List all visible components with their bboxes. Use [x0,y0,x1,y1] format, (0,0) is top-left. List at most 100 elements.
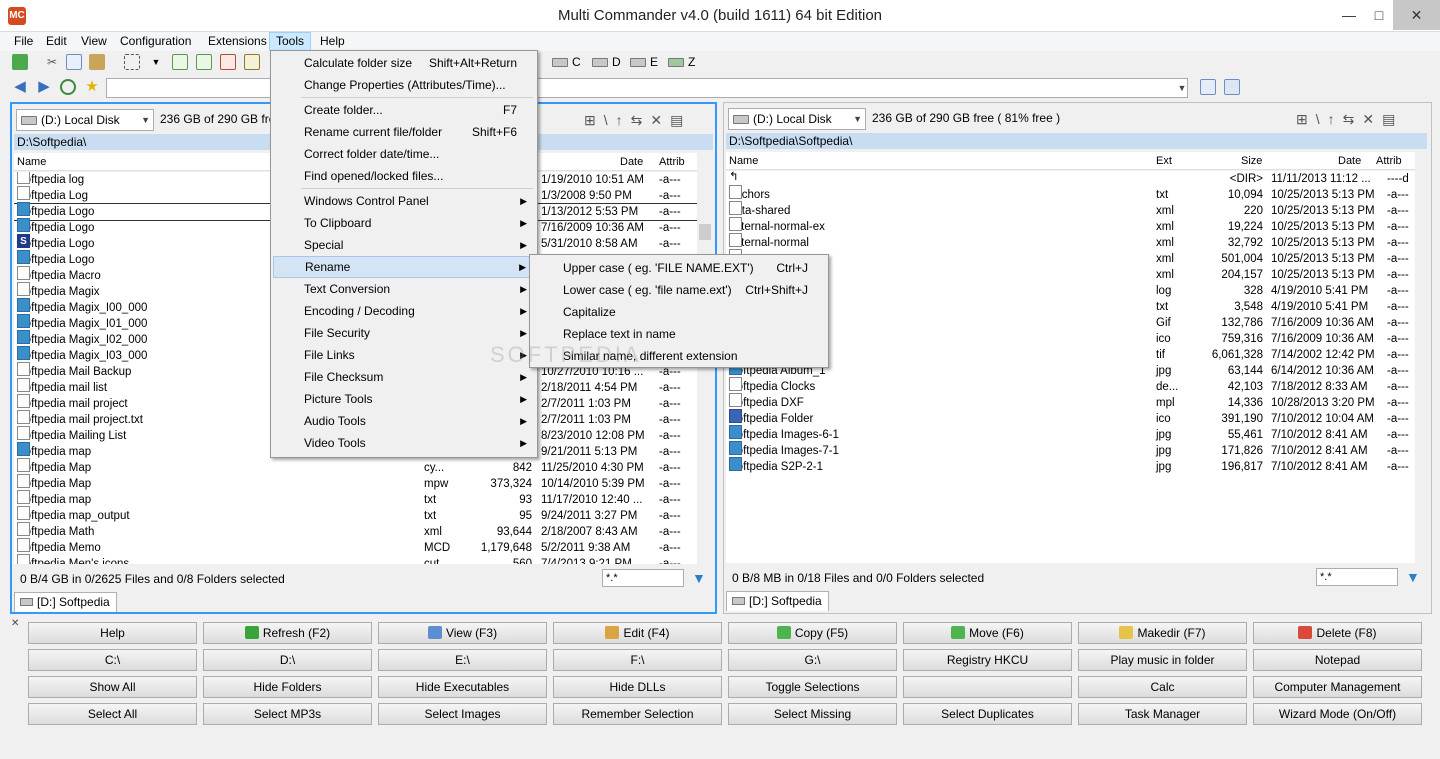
delete-file-icon[interactable] [220,54,236,70]
select-icon[interactable] [124,54,140,70]
close-icon[interactable]: ✕ [11,618,19,629]
menu-edit[interactable]: Edit [40,32,73,51]
left-filter-input[interactable]: *.* [602,569,684,587]
menu-item-special[interactable]: Special ▶ [273,234,535,256]
menu-item-windows-control-panel[interactable]: Windows Control Panel ▶ [273,190,535,212]
hide-executables-button[interactable]: Hide Executables [378,676,547,698]
right-drive-select[interactable]: (D:) Local Disk ▼ [728,108,866,130]
new-file-icon[interactable] [172,54,188,70]
chevron-down-icon[interactable]: ▼ [1176,79,1188,97]
left-scrollbar[interactable] [697,172,713,564]
play-music-in-folder-button[interactable]: Play music in folder [1078,649,1247,671]
right-file-list[interactable]: ↰..<DIR>11/11/2013 11:12 ...----danchors… [726,171,1415,563]
delete-f8-button[interactable]: Delete (F8) [1253,622,1422,644]
column-ext[interactable]: Ext [1156,152,1172,170]
menu-item-to-clipboard[interactable]: To Clipboard ▶ [273,212,535,234]
calculator-icon[interactable] [1224,79,1240,95]
blank-button[interactable] [903,676,1072,698]
file-row[interactable]: tif 6,061,328 7/14/2002 12:42 PM -a--- [726,345,1415,363]
file-row[interactable]: Gif 132,786 7/16/2009 10:36 AM -a--- [726,313,1415,331]
view-f3-button[interactable]: View (F3) [378,622,547,644]
forward-arrow-icon[interactable]: ▶ [36,79,52,95]
menu-item-encoding-decoding[interactable]: Encoding / Decoding ▶ [273,300,535,322]
left-panel-tab[interactable]: [D:] Softpedia [14,592,117,612]
file-row[interactable]: Softpedia Map cy... 842 11/25/2010 4:30 PM -… [14,458,697,476]
file-row[interactable]: xml 501,004 10/25/2013 5:13 PM -a--- [726,249,1415,267]
drive-button-c[interactable]: C [552,53,581,71]
menu-tools[interactable]: Tools [269,32,312,51]
menu-extensions[interactable]: Extensions [202,32,273,51]
file-row[interactable]: log 328 4/19/2010 5:41 PM -a--- [726,281,1415,299]
g-button[interactable]: G:\ [728,649,897,671]
copy-f5-button[interactable]: Copy (F5) [728,622,897,644]
task-manager-button[interactable]: Task Manager [1078,703,1247,725]
e-button[interactable]: E:\ [378,649,547,671]
right-panel-tab[interactable]: [D:] Softpedia [726,591,829,611]
file-row[interactable]: Softpedia Folder ico 391,190 7/10/2012 10:0… [726,409,1415,427]
remember-selection-button[interactable]: Remember Selection [553,703,722,725]
rename-item-capitalize[interactable]: Capitalize [532,301,826,323]
archive-icon[interactable] [244,54,260,70]
menu-item-rename-current-file-folder[interactable]: Rename current file/folder Shift+F6 [273,121,535,143]
close-button[interactable]: ✕ [1393,0,1440,30]
makedir-f7-button[interactable]: Makedir (F7) [1078,622,1247,644]
d-button[interactable]: D:\ [203,649,372,671]
history-icon[interactable] [60,79,76,95]
file-row[interactable]: Softpedia Clocks de... 42,103 7/18/2012 8:3… [726,377,1415,395]
file-row[interactable]: Softpedia DXF mpl 14,336 10/28/2013 3:20 PM… [726,393,1415,411]
help-button[interactable]: Help [28,622,197,644]
menu-item-text-conversion[interactable]: Text Conversion ▶ [273,278,535,300]
right-filter-input[interactable]: *.* [1316,568,1398,586]
drive-button-d[interactable]: D [592,53,621,71]
favorites-star-icon[interactable]: ★ [84,79,100,95]
file-row[interactable]: external-normal xml 32,792 10/25/2013 5:13 … [726,233,1415,251]
copy-file-icon[interactable] [196,54,212,70]
menu-item-find-opened-locked-files[interactable]: Find opened/locked files... [273,165,535,187]
filter-funnel-icon[interactable]: ▼ [692,571,706,585]
file-row[interactable]: Softpedia S2P-2-1 jpg 196,817 7/10/2012 8:4… [726,457,1415,475]
menu-file[interactable]: File [8,32,39,51]
c-button[interactable]: C:\ [28,649,197,671]
file-row[interactable]: Softpedia Map mpw 373,324 10/14/2010 5:39 P… [14,474,697,492]
file-row[interactable]: Softpedia Album_1 jpg 63,144 6/14/2012 10:3… [726,361,1415,379]
column-date[interactable]: Date [620,153,643,171]
file-row[interactable]: Softpedia map_output txt 95 9/24/2011 3:27 … [14,506,697,524]
select-mp3s-button[interactable]: Select MP3s [203,703,372,725]
maximize-button[interactable]: □ [1364,0,1394,30]
rename-item-upper-case-eg-file-name-ext[interactable]: Upper case ( eg. 'FILE NAME.EXT') Ctrl+J [532,257,826,279]
file-row[interactable]: anchors txt 10,094 10/25/2013 5:13 PM -a--- [726,185,1415,203]
select-all-button[interactable]: Select All [28,703,197,725]
toggle-selections-button[interactable]: Toggle Selections [728,676,897,698]
select-duplicates-button[interactable]: Select Duplicates [903,703,1072,725]
menu-item-create-folder[interactable]: Create folder... F7 [273,99,535,121]
notes-icon[interactable] [1200,79,1216,95]
edit-f4-button[interactable]: Edit (F4) [553,622,722,644]
menu-item-change-properties-attributes-time[interactable]: Change Properties (Attributes/Time)... [273,74,535,96]
menu-item-file-checksum[interactable]: File Checksum ▶ [273,366,535,388]
command-line-input[interactable] [106,78,1188,98]
copy-icon[interactable] [66,54,82,70]
filter-funnel-icon[interactable]: ▼ [1406,570,1420,584]
column-attrib[interactable]: Attrib [1376,152,1402,170]
column-date[interactable]: Date [1338,152,1361,170]
menu-help[interactable]: Help [314,32,351,51]
file-row[interactable]: external-normal-ex xml 19,224 10/25/2013 5:… [726,217,1415,235]
file-row[interactable]: Softpedia Men's icons cut 560 7/4/2013 9:21… [14,554,697,564]
move-f6-button[interactable]: Move (F6) [903,622,1072,644]
file-row[interactable]: Softpedia Images-7-1 jpg 171,826 7/10/2012 … [726,441,1415,459]
menu-configuration[interactable]: Configuration [114,32,197,51]
column-name[interactable]: Name [17,153,46,171]
refresh-icon[interactable] [12,54,28,70]
paste-icon[interactable] [89,54,105,70]
registry-hkcu-button[interactable]: Registry HKCU [903,649,1072,671]
menu-item-audio-tools[interactable]: Audio Tools ▶ [273,410,535,432]
file-row[interactable]: data-shared xml 220 10/25/2013 5:13 PM -a--- [726,201,1415,219]
file-row[interactable]: Softpedia Memo MCD 1,179,648 5/2/2011 9:38 … [14,538,697,556]
cut-icon[interactable]: ✂ [44,54,60,70]
right-current-path[interactable]: D:\Softpedia\Softpedia\ [726,133,1427,149]
refresh-f2-button[interactable]: Refresh (F2) [203,622,372,644]
left-drive-select[interactable]: (D:) Local Disk ▼ [16,109,154,131]
menu-item-rename[interactable]: Rename ▶ [273,256,535,278]
column-name[interactable]: Name [729,152,758,170]
column-attrib[interactable]: Attrib [659,153,685,171]
